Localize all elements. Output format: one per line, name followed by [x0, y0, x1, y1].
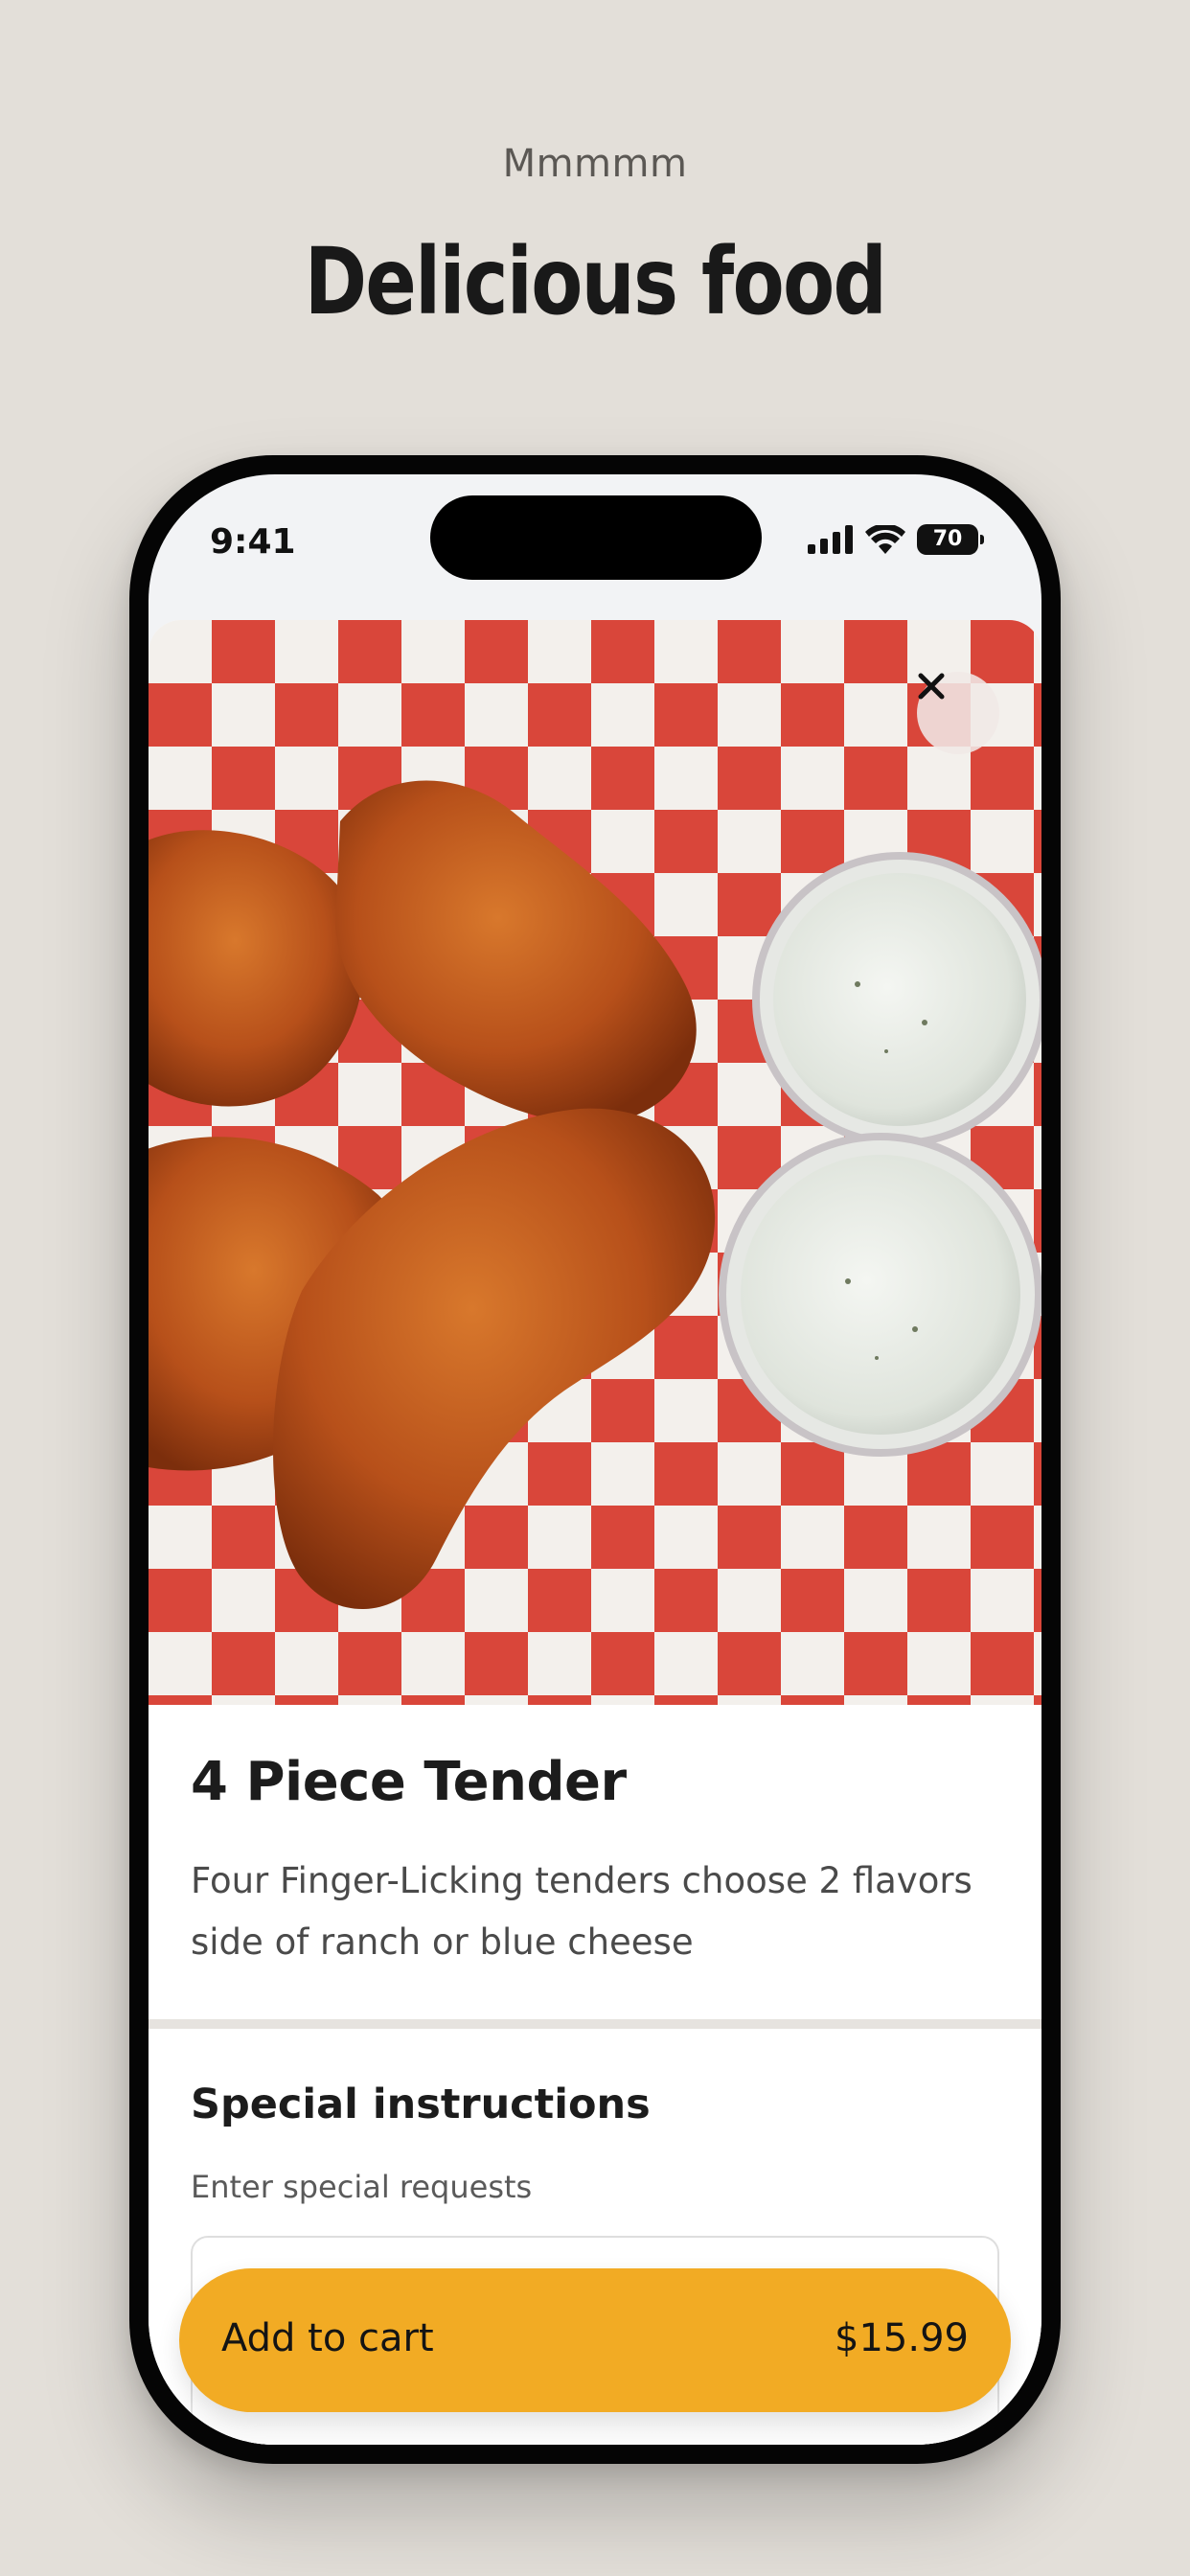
item-photo	[149, 620, 1041, 1705]
add-to-cart-price: $15.99	[835, 2316, 969, 2360]
status-icons: 70	[808, 524, 984, 555]
dynamic-island	[430, 495, 762, 580]
battery-icon: 70	[917, 524, 984, 555]
item-title: 4 Piece Tender	[191, 1751, 627, 1813]
section-divider	[149, 2019, 1041, 2029]
wifi-icon	[865, 525, 905, 554]
phone-frame: 9:41 70 4 Piece Tender Four Finger-Licki…	[129, 455, 1061, 2464]
close-icon	[918, 673, 945, 700]
item-description: Four Finger-Licking tenders choose 2 fla…	[191, 1860, 973, 1963]
fried-chicken-illustration	[149, 780, 1041, 1610]
page-eyebrow: Mmmmm	[502, 142, 688, 186]
item-detail-sheet: 4 Piece Tender Four Finger-Licking tende…	[149, 620, 1041, 2445]
phone-screen: 9:41 70 4 Piece Tender Four Finger-Licki…	[149, 474, 1041, 2445]
status-time: 9:41	[210, 522, 296, 562]
cellular-signal-icon	[808, 525, 853, 554]
special-instructions-hint: Enter special requests	[191, 2169, 533, 2205]
page-title: Delicious food	[304, 228, 887, 335]
add-to-cart-label: Add to cart	[221, 2316, 434, 2360]
special-instructions-title: Special instructions	[191, 2081, 651, 2128]
close-button[interactable]	[917, 672, 999, 754]
add-to-cart-button[interactable]: Add to cart $15.99	[179, 2268, 1011, 2412]
